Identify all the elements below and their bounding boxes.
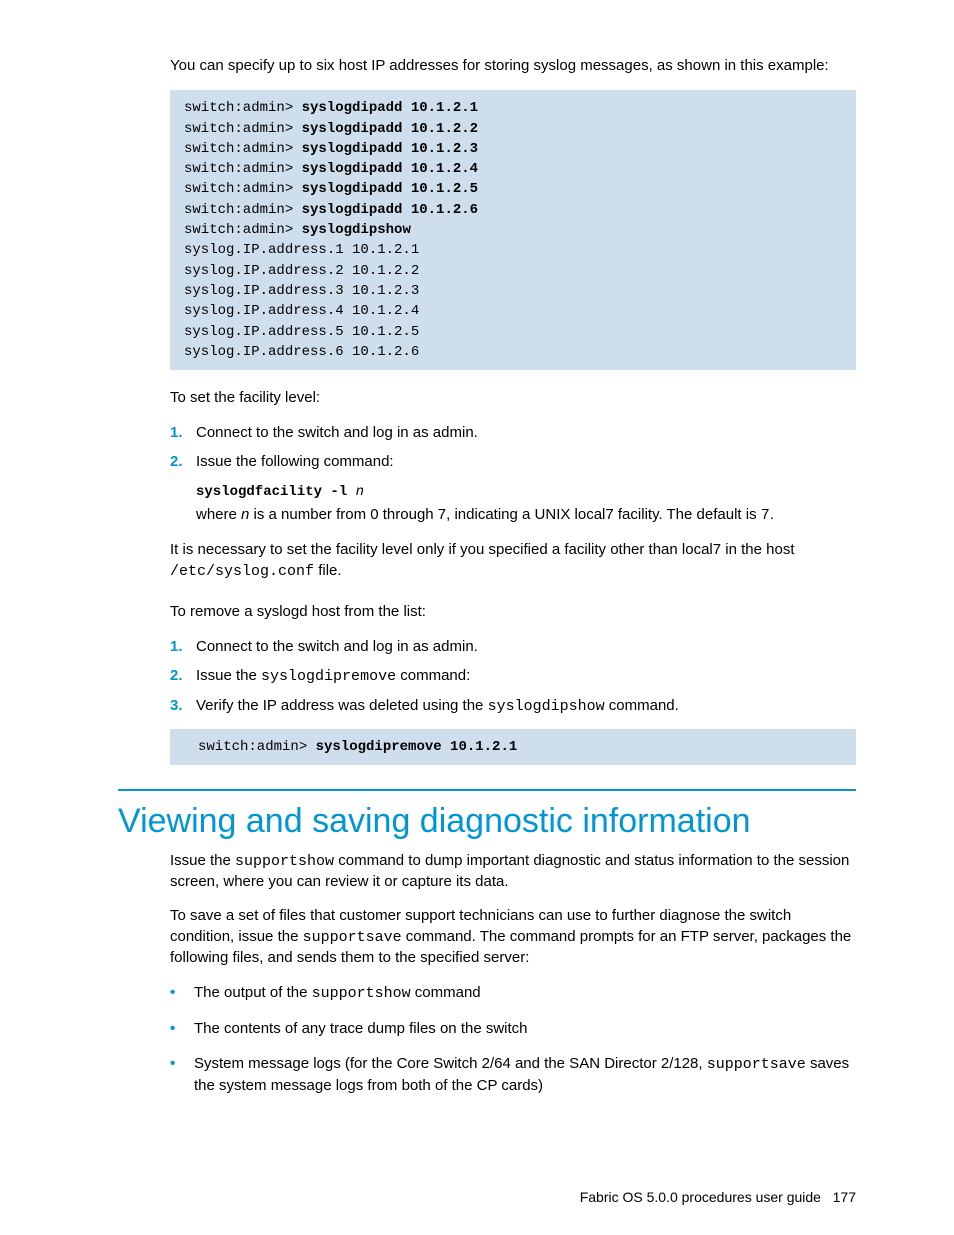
bullet-list: • The output of the supportshow command … xyxy=(170,982,856,1096)
facility-note: It is necessary to set the facility leve… xyxy=(170,540,856,582)
command-syslogdfacility: syslogdfacility -l n xyxy=(196,484,856,500)
list-item: 2. Issue the syslogdipremove command: xyxy=(170,665,856,687)
command-name: supportsave xyxy=(303,929,402,946)
step-number: 3. xyxy=(170,697,196,714)
text-fragment: command: xyxy=(396,667,470,684)
list-item: 3. Verify the IP address was deleted usi… xyxy=(170,695,856,717)
list-item: 1. Connect to the switch and log in as a… xyxy=(170,636,856,657)
step-number: 2. xyxy=(170,453,196,470)
bullet-text: The output of the supportshow command xyxy=(194,982,481,1004)
command-name: supportshow xyxy=(312,985,411,1002)
list-item: 2. Issue the following command: xyxy=(170,451,856,472)
list-item: 1. Connect to the switch and log in as a… xyxy=(170,422,856,443)
text-fragment: is a number from 0 through 7, indicating… xyxy=(249,506,760,523)
section-heading: Viewing and saving diagnostic informatio… xyxy=(118,803,856,840)
step-text: Connect to the switch and log in as admi… xyxy=(196,422,478,443)
step-text: Connect to the switch and log in as admi… xyxy=(196,636,478,657)
bullet-text: System message logs (for the Core Switch… xyxy=(194,1053,856,1096)
code-block-syslog-add: switch:admin> syslogdipadd 10.1.2.1 swit… xyxy=(170,90,856,370)
diag-paragraph-2: To save a set of files that customer sup… xyxy=(170,906,856,968)
text-fragment: It is necessary to set the facility leve… xyxy=(170,541,795,558)
command-arg: n xyxy=(356,484,364,500)
step-number: 2. xyxy=(170,667,196,684)
text-fragment: file. xyxy=(314,562,342,579)
command-text: syslogdfacility -l xyxy=(196,484,356,500)
bullet-text: The contents of any trace dump files on … xyxy=(194,1018,528,1039)
step-number: 1. xyxy=(170,638,196,655)
remove-steps-list: 1. Connect to the switch and log in as a… xyxy=(170,636,856,717)
code-block-syslog-remove: switch:admin> syslogdipremove 10.1.2.1 xyxy=(170,729,856,765)
default-value: 7 xyxy=(761,507,770,524)
bullet-icon: • xyxy=(170,1018,194,1039)
command-name: supportshow xyxy=(235,853,334,870)
facility-steps-list: 1. Connect to the switch and log in as a… xyxy=(170,422,856,472)
list-item: • The output of the supportshow command xyxy=(170,982,856,1004)
step-text: Issue the syslogdipremove command: xyxy=(196,665,470,687)
command-name: syslogdipshow xyxy=(488,698,605,715)
text-fragment: Issue the xyxy=(196,667,261,684)
text-fragment: System message logs (for the Core Switch… xyxy=(194,1055,707,1072)
page-number: 177 xyxy=(833,1189,856,1205)
command-name: supportsave xyxy=(707,1056,806,1073)
file-path: /etc/syslog.conf xyxy=(170,563,314,580)
intro-paragraph: You can specify up to six host IP addres… xyxy=(170,56,856,76)
bullet-icon: • xyxy=(170,982,194,1003)
diag-paragraph-1: Issue the supportshow command to dump im… xyxy=(170,851,856,893)
step-number: 1. xyxy=(170,424,196,441)
bullet-icon: • xyxy=(170,1053,194,1074)
list-item: • The contents of any trace dump files o… xyxy=(170,1018,856,1039)
text-fragment: command. xyxy=(605,697,679,714)
where-clause: where n is a number from 0 through 7, in… xyxy=(196,504,856,526)
list-item: • System message logs (for the Core Swit… xyxy=(170,1053,856,1096)
text-fragment: where xyxy=(196,506,241,523)
text-fragment: . xyxy=(770,506,774,523)
facility-intro: To set the facility level: xyxy=(170,388,856,408)
command-name: syslogdipremove xyxy=(261,668,396,685)
section-divider xyxy=(118,789,856,791)
text-fragment: command xyxy=(411,984,481,1001)
remove-intro: To remove a syslogd host from the list: xyxy=(170,602,856,622)
page-footer: Fabric OS 5.0.0 procedures user guide 17… xyxy=(580,1189,856,1205)
text-fragment: The output of the xyxy=(194,984,312,1001)
step-text: Issue the following command: xyxy=(196,451,394,472)
step-text: Verify the IP address was deleted using … xyxy=(196,695,679,717)
footer-title: Fabric OS 5.0.0 procedures user guide xyxy=(580,1189,821,1205)
text-fragment: Verify the IP address was deleted using … xyxy=(196,697,488,714)
text-fragment: Issue the xyxy=(170,852,235,869)
